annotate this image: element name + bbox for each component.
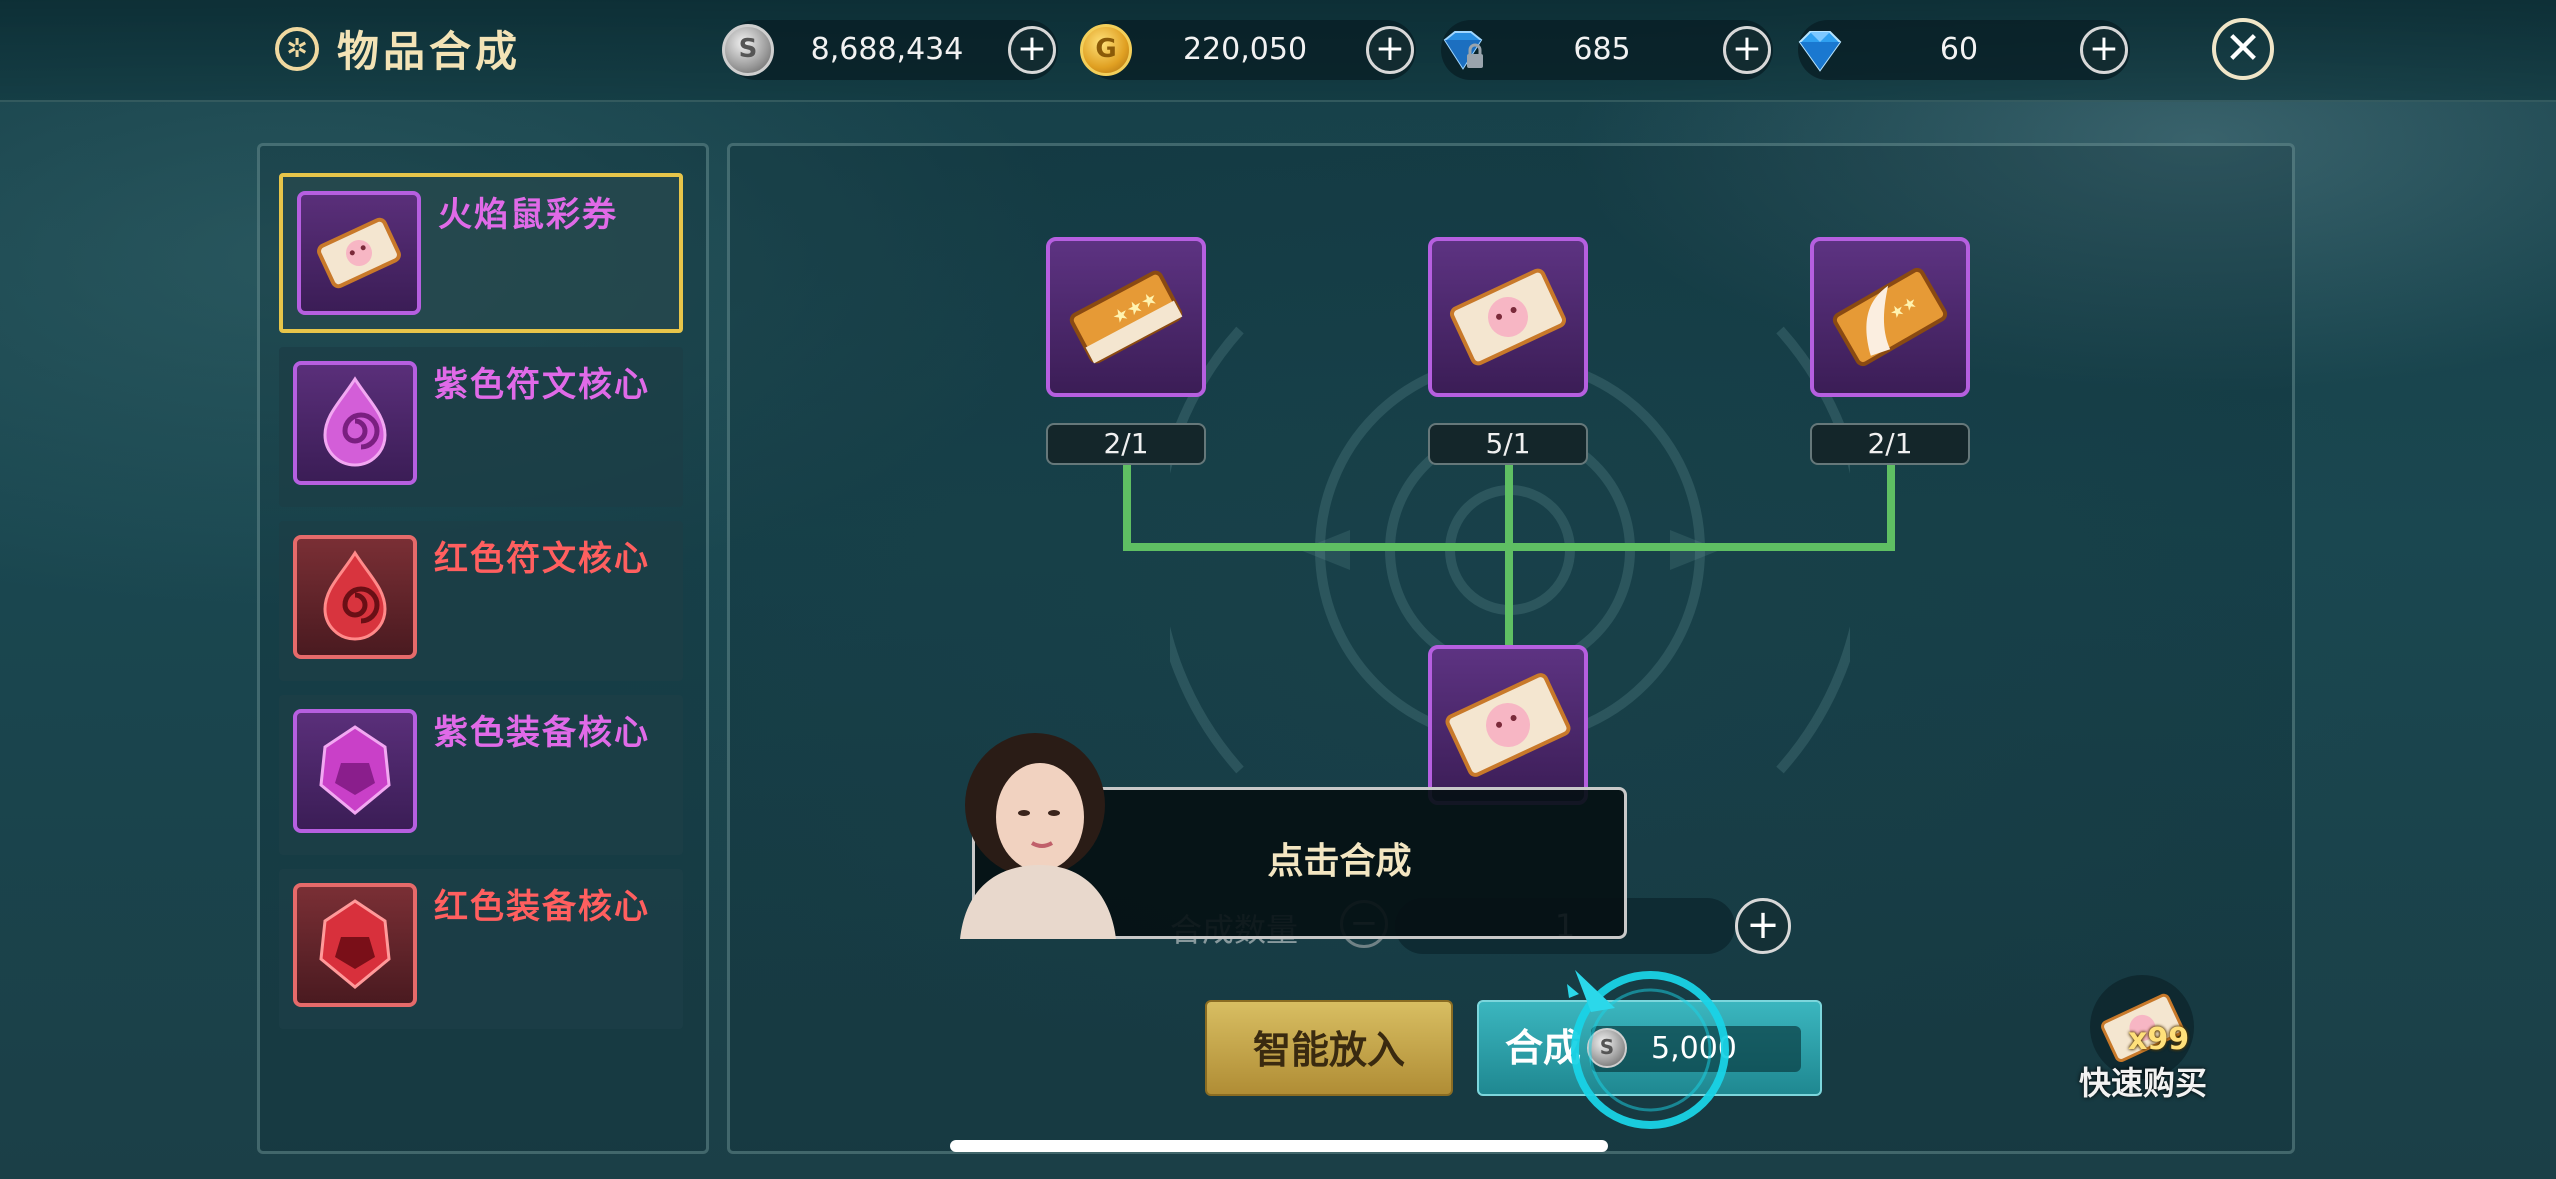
tutorial-pointer — [1567, 970, 1729, 1129]
diamond-currency: 60 + — [1798, 20, 2130, 80]
sidebar-item-label: 红色装备核心 — [434, 887, 650, 927]
sidebar-item-purple-equipment-core[interactable]: 紫色装备核心 — [279, 695, 683, 855]
material-slot-ticket-left[interactable]: ★★★ — [1046, 237, 1206, 397]
connector-line — [1887, 465, 1895, 550]
sidebar-item-purple-rune-core[interactable]: 紫色符文核心 — [279, 347, 683, 507]
material-slot-ticket-right[interactable]: ★★ — [1810, 237, 1970, 397]
material-count: 5/1 — [1428, 423, 1588, 465]
top-bar: ✲ 物品合成 S 8,688,434 + G 220,050 + 685 + 6… — [0, 0, 2556, 102]
sidebar-item-label: 火焰鼠彩券 — [438, 195, 618, 235]
red-equipment-core-icon — [293, 883, 417, 1007]
gold-amount: 220,050 — [1182, 32, 1308, 67]
diamond-amount: 60 — [1939, 32, 1979, 67]
close-button[interactable]: ✕ — [2212, 18, 2274, 80]
connector-line — [1123, 465, 1131, 550]
home-indicator[interactable] — [950, 1140, 1608, 1152]
material-count: 2/1 — [1810, 423, 1970, 465]
add-silver-button[interactable]: + — [1008, 26, 1056, 74]
locked-diamond-currency: 685 + — [1441, 20, 1773, 80]
red-rune-core-icon — [293, 535, 417, 659]
fire-rat-ticket-icon — [297, 191, 421, 315]
material-slot-ticket-center[interactable] — [1428, 237, 1588, 397]
page-title-text: 物品合成 — [337, 27, 522, 76]
connector-line — [1123, 543, 1895, 551]
material-count: 2/1 — [1046, 423, 1206, 465]
silver-coin-icon: S — [722, 24, 774, 76]
diamond-icon — [1794, 24, 1846, 76]
quick-buy-quantity-badge: x99 — [2128, 1022, 2190, 1057]
gold-currency: G 220,050 + — [1080, 20, 1416, 80]
smart-place-button[interactable]: 智能放入 — [1205, 1000, 1453, 1096]
add-locked-diamond-button[interactable]: + — [1723, 26, 1771, 74]
gear-icon: ✲ — [275, 26, 319, 71]
sidebar-item-fire-rat-ticket[interactable]: 火焰鼠彩券 — [279, 173, 683, 333]
silver-currency: S 8,688,434 + — [722, 20, 1058, 80]
silver-amount: 8,688,434 — [810, 32, 964, 67]
sidebar-item-red-rune-core[interactable]: 红色符文核心 — [279, 521, 683, 681]
quick-buy-label[interactable]: 快速购买 — [2068, 1058, 2218, 1104]
quantity-increase-button[interactable]: + — [1735, 898, 1791, 954]
add-gold-button[interactable]: + — [1366, 26, 1414, 74]
locked-diamond-amount: 685 — [1573, 32, 1631, 67]
result-slot-fire-rat-ticket[interactable] — [1428, 645, 1588, 805]
sidebar-item-label: 红色符文核心 — [434, 539, 650, 579]
purple-equipment-core-icon — [293, 709, 417, 833]
sidebar-item-red-equipment-core[interactable]: 红色装备核心 — [279, 869, 683, 1029]
locked-diamond-icon — [1437, 24, 1489, 76]
purple-rune-core-icon — [293, 361, 417, 485]
sidebar-item-label: 紫色装备核心 — [434, 713, 650, 753]
add-diamond-button[interactable]: + — [2080, 26, 2128, 74]
guide-character-portrait — [960, 733, 1116, 939]
gold-coin-icon: G — [1080, 24, 1132, 76]
connector-line — [1505, 465, 1513, 645]
page-title: ✲ 物品合成 — [275, 18, 521, 79]
sidebar-item-label: 紫色符文核心 — [434, 365, 650, 405]
